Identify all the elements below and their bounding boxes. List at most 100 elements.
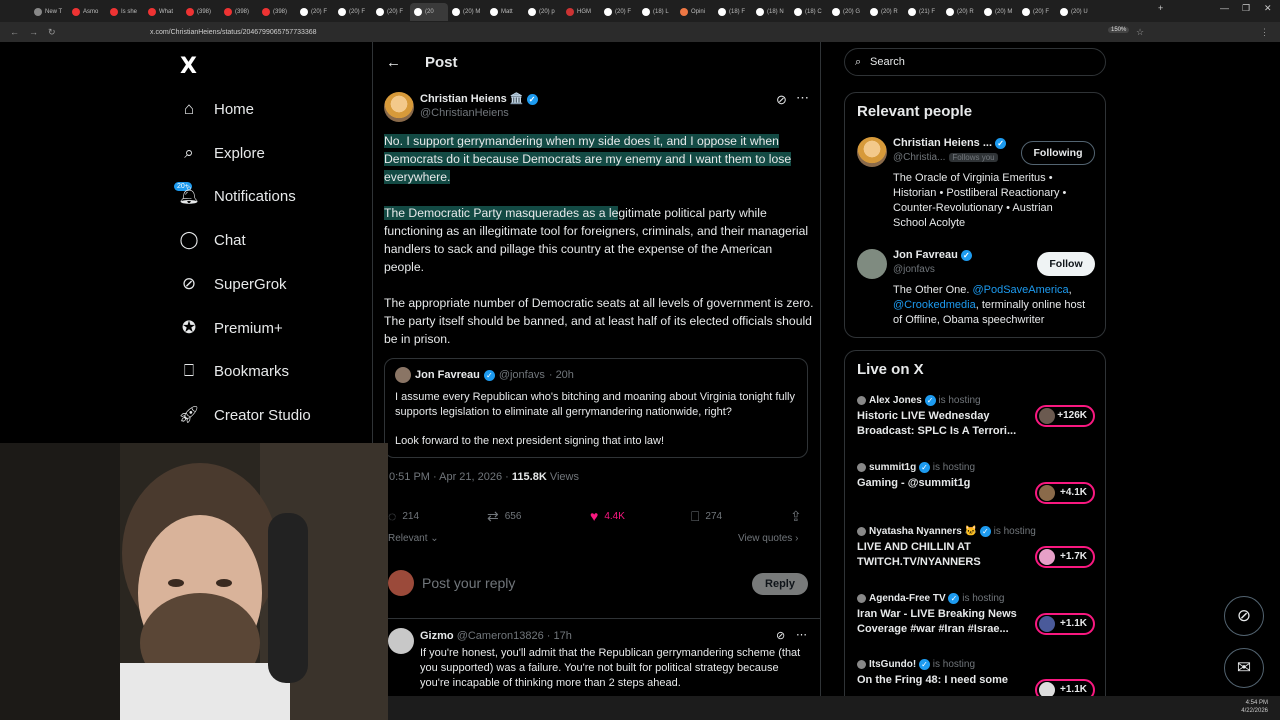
browser-tab[interactable]: (20) F: [296, 3, 334, 21]
browser-tab[interactable]: (20) F: [1018, 3, 1056, 21]
tab-favicon-icon: [490, 8, 498, 16]
bio-mention-link[interactable]: @Crookedmedia: [893, 299, 976, 311]
browser-tab[interactable]: What: [144, 3, 182, 21]
repost-action[interactable]: ⇄ 656: [487, 508, 521, 525]
browser-tab[interactable]: (398): [220, 3, 258, 21]
nav-creator-studio[interactable]: 🚀︎ Creator Studio: [178, 405, 311, 425]
person-card[interactable]: Jon Favreau ✓ @jonfavs Follow The Other …: [857, 249, 1097, 329]
browser-tab[interactable]: Opini: [676, 3, 714, 21]
browser-tab[interactable]: (20) p: [524, 3, 562, 21]
grok-explain-icon[interactable]: ⊘: [776, 92, 787, 108]
more-options-icon[interactable]: ⋯: [796, 90, 809, 106]
nav-notifications[interactable]: 🔔︎ Notifications: [178, 186, 296, 206]
tab-favicon-icon: [110, 8, 118, 16]
quoted-tweet[interactable]: Jon Favreau ✓ @jonfavs · 20h I assume ev…: [384, 358, 808, 458]
tab-favicon-icon: [528, 8, 536, 16]
search-input[interactable]: ⌕ Search: [844, 48, 1106, 76]
browser-tab[interactable]: (21) F: [904, 3, 942, 21]
view-quotes-link[interactable]: View quotes ›: [738, 533, 798, 544]
live-item[interactable]: Nyatasha Nyanners 🐱 ✓ is hosting LIVE AN…: [857, 526, 1097, 576]
listener-count-pill[interactable]: +126K: [1035, 405, 1095, 427]
reply-avatar[interactable]: [388, 628, 414, 654]
more-options-icon[interactable]: ⋯: [796, 628, 807, 641]
listener-count-pill[interactable]: +4.1K: [1035, 482, 1095, 504]
browser-tab[interactable]: (18) C: [790, 3, 828, 21]
url-field[interactable]: x.com/ChristianHeiens/status/20467990657…: [150, 29, 317, 36]
reply-author-handle[interactable]: @Cameron13826 · 17h: [457, 630, 572, 642]
live-item[interactable]: summit1g ✓ is hosting Gaming - @summit1g…: [857, 462, 1097, 512]
author-handle[interactable]: @ChristianHeiens: [420, 107, 538, 119]
reply-action[interactable]: ◌ 214: [388, 508, 419, 524]
browser-tab[interactable]: (398): [182, 3, 220, 21]
listener-count-pill[interactable]: +1.7K: [1035, 546, 1095, 568]
browser-tab[interactable]: (20) M: [980, 3, 1018, 21]
share-action[interactable]: ⇪: [790, 508, 802, 525]
grok-explain-icon[interactable]: ⊘: [776, 629, 785, 642]
browser-tab[interactable]: (398): [258, 3, 296, 21]
author-avatar[interactable]: [384, 92, 414, 122]
bookmark-star-icon[interactable]: ☆: [1136, 27, 1144, 38]
zoom-level[interactable]: 150%: [1108, 27, 1130, 33]
reply-input[interactable]: Post your reply: [422, 575, 515, 591]
browser-tab[interactable]: (20) F: [372, 3, 410, 21]
back-arrow-icon[interactable]: ←: [386, 54, 401, 71]
bio-mention-link[interactable]: @PodSaveAmerica: [972, 284, 1068, 296]
menu-icon[interactable]: ⋮: [1260, 27, 1269, 38]
forward-icon[interactable]: →: [29, 27, 38, 37]
browser-tab[interactable]: (20) G: [828, 3, 866, 21]
person-avatar[interactable]: [857, 249, 887, 279]
taskbar-clock[interactable]: 4:54 PM 4/22/2026: [1241, 699, 1268, 715]
browser-tab[interactable]: (18) L: [638, 3, 676, 21]
browser-tab[interactable]: HGM: [562, 3, 600, 21]
x-logo[interactable]: X: [180, 54, 197, 79]
chat-float-button[interactable]: ✉: [1224, 648, 1264, 688]
browser-tab[interactable]: (20) F: [600, 3, 638, 21]
browser-tab[interactable]: (20) R: [866, 3, 904, 21]
like-action[interactable]: ♥ 4.4K: [590, 508, 625, 524]
person-handle-text: @Christia...: [893, 152, 946, 163]
close-window-icon[interactable]: ✕: [1264, 3, 1272, 14]
author-name[interactable]: Christian Heiens 🏛️: [420, 93, 524, 105]
nav-home[interactable]: ⌂ Home: [178, 99, 254, 119]
browser-tab[interactable]: Asmo: [68, 3, 106, 21]
person-card[interactable]: Christian Heiens ... ✓ @Christia... Follo…: [857, 137, 1097, 237]
nav-explore[interactable]: ⌕ Explore: [178, 143, 265, 163]
browser-tab[interactable]: (20: [410, 3, 448, 21]
listener-count-pill[interactable]: +1.1K: [1035, 613, 1095, 635]
live-item[interactable]: Alex Jones ✓ is hosting Historic LIVE We…: [857, 395, 1097, 445]
tab-label: (20: [425, 9, 434, 15]
maximize-icon[interactable]: ❐: [1242, 3, 1250, 14]
browser-tab[interactable]: Matt: [486, 3, 524, 21]
nav-chat[interactable]: ◯ Chat: [178, 230, 245, 250]
browser-tab[interactable]: (20) R: [942, 3, 980, 21]
tab-label: (20) M: [463, 9, 481, 15]
following-button[interactable]: Following: [1021, 141, 1095, 165]
post-timestamp[interactable]: 0:51 PM · Apr 21, 2026 ·: [389, 471, 512, 483]
reply-sort-dropdown[interactable]: Relevant ⌄: [388, 533, 439, 544]
host-avatar: [857, 463, 866, 472]
nav-premium[interactable]: ✪ Premium+: [178, 318, 283, 338]
new-tab-icon[interactable]: +: [1158, 3, 1163, 13]
host-avatar: [857, 527, 866, 536]
browser-tab[interactable]: Is she: [106, 3, 144, 21]
live-item[interactable]: Agenda-Free TV ✓ is hosting Iran War - L…: [857, 593, 1097, 643]
bell-icon: 🔔︎: [178, 186, 200, 205]
nav-supergrok[interactable]: ⊘ SuperGrok: [178, 274, 287, 294]
browser-tab[interactable]: (20) F: [334, 3, 372, 21]
reply-author-name[interactable]: Gizmo: [420, 630, 454, 642]
browser-tab[interactable]: New T: [30, 3, 68, 21]
back-icon[interactable]: ←: [10, 27, 19, 37]
bookmark-action[interactable]: ⎕ 274: [691, 508, 722, 525]
nav-bookmarks[interactable]: ⎕ Bookmarks: [178, 361, 289, 381]
grok-float-button[interactable]: ⊘: [1224, 596, 1264, 636]
minimize-icon[interactable]: —: [1220, 3, 1229, 13]
browser-tab[interactable]: (18) F: [714, 3, 752, 21]
reload-icon[interactable]: ↻: [48, 27, 56, 38]
verified-badge-icon: ✓: [979, 526, 991, 537]
browser-tab[interactable]: (20) M: [448, 3, 486, 21]
reply-button[interactable]: Reply: [752, 573, 808, 595]
browser-tab[interactable]: (20) U: [1056, 3, 1094, 21]
browser-tab[interactable]: (18) N: [752, 3, 790, 21]
person-avatar[interactable]: [857, 137, 887, 167]
follow-button[interactable]: Follow: [1037, 252, 1095, 276]
